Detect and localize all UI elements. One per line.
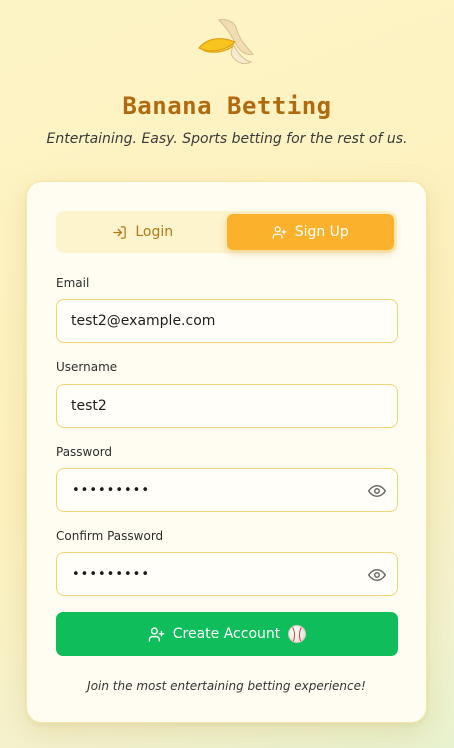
user-plus-icon xyxy=(272,225,287,239)
footer-note: Join the most entertaining betting exper… xyxy=(87,679,366,693)
tab-sign-up-label: Sign Up xyxy=(294,224,349,240)
eye-icon[interactable] xyxy=(368,566,386,584)
tab-login-label: Login xyxy=(135,224,174,240)
email-label: Email xyxy=(56,276,90,290)
confirm-password-field[interactable]: ••••••••• xyxy=(56,552,398,596)
app-title: Banana Betting xyxy=(122,92,332,120)
password-label: Password xyxy=(56,445,113,459)
login-icon xyxy=(113,225,127,239)
app-tagline: Entertaining. Easy. Sports betting for t… xyxy=(46,131,408,147)
tab-login[interactable]: Login xyxy=(59,214,227,250)
eye-icon[interactable] xyxy=(368,482,386,500)
create-account-label: Create Account xyxy=(172,626,281,642)
baseball-icon xyxy=(288,625,307,643)
email-field[interactable] xyxy=(57,300,397,342)
password-field[interactable]: ••••••••• xyxy=(56,468,398,512)
password-masked-value: ••••••••• xyxy=(72,482,151,498)
create-account-button[interactable]: Create Account xyxy=(56,612,398,656)
auth-card: Login Sign Up Email Username Password ••… xyxy=(26,181,427,723)
username-field-wrapper xyxy=(56,384,398,428)
banana-icon xyxy=(197,16,257,68)
auth-tabs: Login Sign Up xyxy=(56,211,397,253)
username-label: Username xyxy=(56,360,118,374)
confirm-password-masked-value: ••••••••• xyxy=(72,566,151,582)
user-plus-icon xyxy=(148,626,165,642)
email-field-wrapper xyxy=(56,299,398,343)
username-field[interactable] xyxy=(57,385,397,427)
confirm-password-label: Confirm Password xyxy=(56,529,164,543)
tab-sign-up[interactable]: Sign Up xyxy=(226,214,394,250)
